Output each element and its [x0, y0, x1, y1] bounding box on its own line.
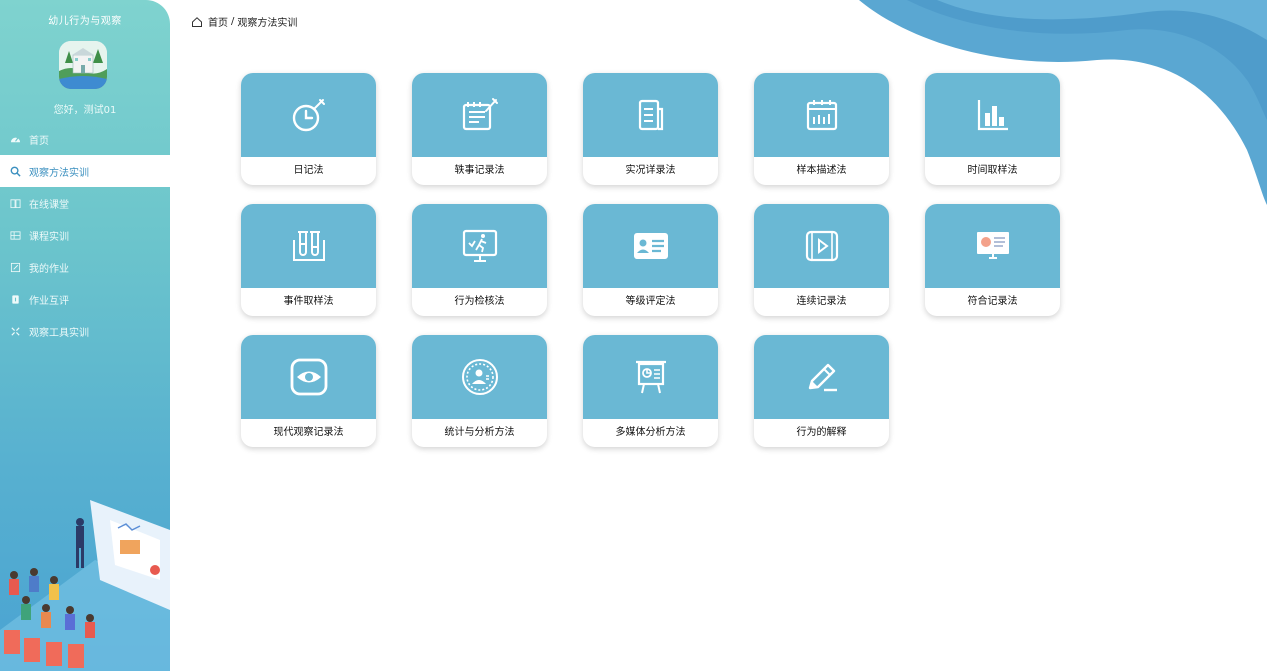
sidebar-item-label: 观察工具实训 — [29, 327, 89, 339]
user-circle-icon — [461, 359, 498, 395]
sidebar-nav: 首页 观察方法实训 在线课堂 课程实训 我的作业 作业互评 观察工具实训 — [0, 123, 170, 347]
card-label: 等级评定法 — [625, 296, 676, 307]
sidebar: 幼儿行为与观察 您好，测试01 首页 观察方法实训 在线课堂 课程实训 我的作业… — [0, 0, 170, 671]
card-behavior-checklist[interactable]: 行为检核法 — [412, 204, 547, 316]
sidebar-item-label: 在线课堂 — [29, 199, 69, 211]
card-rating-scale[interactable]: 等级评定法 — [583, 204, 718, 316]
card-label: 多媒体分析方法 — [615, 427, 686, 438]
search-icon — [9, 165, 21, 177]
dashboard-icon — [9, 133, 21, 145]
breadcrumb-separator: / — [231, 16, 235, 27]
breadcrumb: 首页 / 观察方法实训 — [191, 14, 297, 29]
card-event-sampling[interactable]: 事件取样法 — [241, 204, 376, 316]
sidebar-item-observation-training[interactable]: 观察方法实训 — [0, 155, 170, 187]
breadcrumb-current: 观察方法实训 — [237, 18, 298, 29]
grid-icon — [9, 229, 21, 241]
card-statistics-analysis[interactable]: 统计与分析方法 — [412, 335, 547, 447]
bar-chart-icon — [977, 100, 1008, 131]
sidebar-item-observation-tools[interactable]: 观察工具实训 — [0, 315, 170, 347]
home-icon[interactable] — [191, 16, 203, 28]
sidebar-item-course-training[interactable]: 课程实训 — [0, 219, 170, 251]
card-time-sampling[interactable]: 时间取样法 — [925, 73, 1060, 185]
sidebar-item-my-homework[interactable]: 我的作业 — [0, 251, 170, 283]
card-anecdotal-record[interactable]: 轶事记录法 — [412, 73, 547, 185]
card-specimen-description[interactable]: 样本描述法 — [754, 73, 889, 185]
screen-chart-icon — [976, 232, 1009, 259]
card-diary-method[interactable]: 日记法 — [241, 73, 376, 185]
card-continuous-record[interactable]: 连续记录法 — [754, 204, 889, 316]
clock-pen-icon — [292, 99, 325, 132]
test-tubes-icon — [292, 231, 325, 261]
card-running-record[interactable]: 实况详录法 — [583, 73, 718, 185]
card-label: 事件取样法 — [283, 296, 334, 307]
card-label: 行为检核法 — [454, 296, 505, 307]
breadcrumb-home[interactable]: 首页 — [208, 14, 228, 29]
card-label: 轶事记录法 — [454, 165, 505, 176]
monitor-runner-icon — [462, 229, 497, 262]
sidebar-item-label: 课程实训 — [29, 231, 69, 243]
card-label: 现代观察记录法 — [273, 427, 344, 438]
badge-icon — [9, 293, 21, 305]
sidebar-item-label: 作业互评 — [29, 295, 69, 307]
card-modern-observation[interactable]: 现代观察记录法 — [241, 335, 376, 447]
card-behavior-interpretation[interactable]: 行为的解释 — [754, 335, 889, 447]
avatar-building-icon — [59, 41, 107, 89]
presentation-icon — [635, 360, 666, 394]
greeting: 您好，测试01 — [53, 105, 117, 116]
card-label: 符合记录法 — [967, 296, 1018, 307]
document-icon — [638, 99, 663, 131]
avatar[interactable] — [59, 41, 107, 89]
calendar-icon — [806, 100, 837, 131]
edit-icon — [9, 261, 21, 273]
tools-icon — [9, 325, 21, 337]
pencil-line-icon — [808, 363, 837, 392]
sidebar-item-home[interactable]: 首页 — [0, 123, 170, 155]
card-label: 时间取样法 — [967, 165, 1018, 176]
card-label: 样本描述法 — [796, 165, 847, 176]
sidebar-item-label: 我的作业 — [29, 263, 69, 275]
sidebar-item-label: 观察方法实训 — [29, 167, 89, 179]
sidebar-item-peer-review[interactable]: 作业互评 — [0, 283, 170, 315]
sidebar-item-online-class[interactable]: 在线课堂 — [0, 187, 170, 219]
app-title: 幼儿行为与观察 — [48, 16, 122, 27]
notepad-pen-icon — [462, 98, 498, 131]
sidebar-item-label: 首页 — [29, 135, 49, 147]
book-icon — [9, 197, 21, 209]
card-label: 统计与分析方法 — [444, 427, 515, 438]
card-multimedia-analysis[interactable]: 多媒体分析方法 — [583, 335, 718, 447]
card-label: 日记法 — [293, 165, 324, 176]
card-label: 实况详录法 — [625, 165, 676, 176]
classroom-illustration — [0, 500, 170, 671]
card-label: 连续记录法 — [796, 296, 847, 307]
video-icon — [805, 230, 838, 262]
card-label: 行为的解释 — [796, 427, 847, 438]
card-conformity-record[interactable]: 符合记录法 — [925, 204, 1060, 316]
eye-icon — [290, 358, 327, 396]
id-card-icon — [633, 233, 668, 259]
